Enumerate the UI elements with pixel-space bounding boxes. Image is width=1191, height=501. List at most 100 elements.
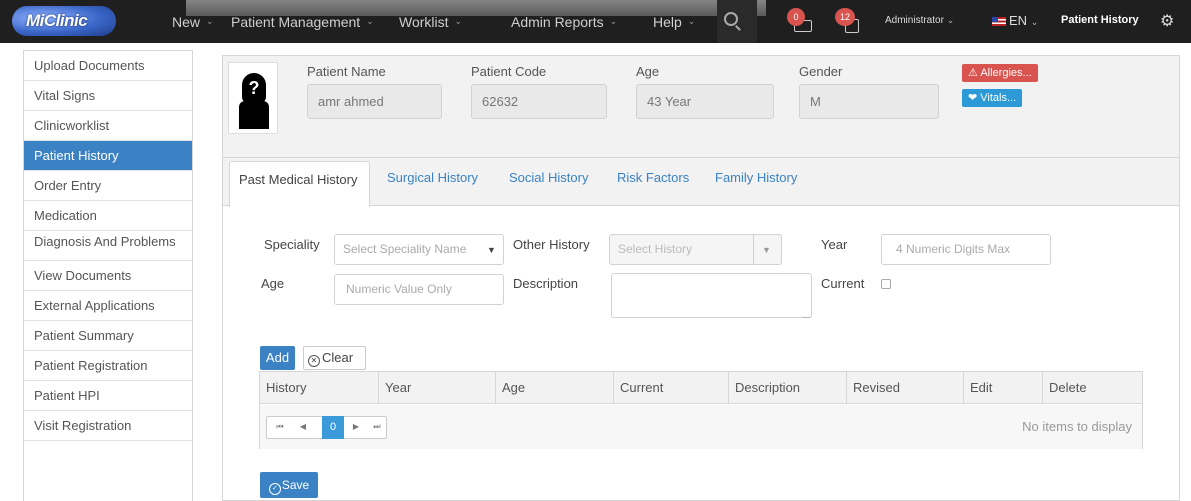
sidebar-item-external-applications[interactable]: External Applications (24, 291, 192, 321)
nav-admin-reports[interactable]: Admin Reports ⌄ (511, 0, 617, 43)
nav-patient-management-label: Patient Management (231, 13, 361, 30)
sidebar-item-visit-registration[interactable]: Visit Registration (24, 411, 192, 441)
next-page-icon[interactable]: ▶ (346, 416, 366, 438)
nav-new[interactable]: New ⌄ (172, 0, 214, 43)
sidebar-item-patient-registration[interactable]: Patient Registration (24, 351, 192, 381)
sidebar-item-medication[interactable]: Medication (24, 201, 192, 231)
save-button-label: Save (281, 478, 310, 492)
clear-icon: ✕ (308, 355, 320, 367)
tab-risk-factors[interactable]: Risk Factors (617, 170, 689, 185)
caret-down-icon: ▼ (487, 245, 496, 255)
tab-past-medical-history[interactable]: Past Medical History (229, 161, 371, 207)
nav-help[interactable]: Help ⌄ (653, 0, 695, 43)
clear-button[interactable]: ✕ Clear (303, 346, 366, 370)
column-header-history[interactable]: History (260, 372, 378, 404)
patient-code-field: 62632 (471, 84, 607, 119)
first-page-icon[interactable]: ⏮ (270, 416, 290, 438)
current-page[interactable]: 0 (322, 416, 344, 439)
select-divider (753, 235, 754, 264)
tab-social-history[interactable]: Social History (509, 170, 588, 185)
check-circle-icon: ✓ (268, 483, 281, 495)
nav-worklist[interactable]: Worklist ⌄ (399, 0, 462, 43)
other-history-select[interactable]: Select History (609, 234, 782, 265)
sidebar-item-upload-documents[interactable]: Upload Documents (24, 51, 192, 81)
column-header-description[interactable]: Description (728, 372, 846, 404)
history-tabs-panel: Past Medical History Surgical History So… (222, 157, 1180, 501)
column-header-year[interactable]: Year (378, 372, 495, 404)
us-flag-icon (992, 17, 1006, 26)
speciality-select[interactable]: Select Speciality Name (334, 234, 504, 265)
language-select[interactable]: EN ⌄ (1009, 13, 1038, 28)
last-page-icon[interactable]: ⏭ (367, 416, 387, 438)
add-button[interactable]: Add (260, 346, 295, 370)
sidebar-item-vital-signs[interactable]: Vital Signs (24, 81, 192, 111)
user-menu[interactable]: Administrator ⌄ (885, 15, 954, 26)
current-checkbox[interactable] (881, 279, 891, 289)
patient-header-panel: ? Patient Name amr ahmed Patient Code 62… (222, 55, 1180, 157)
search-icon (724, 12, 738, 26)
vitals-button-label: Vitals... (980, 92, 1017, 104)
column-header-current[interactable]: Current (613, 372, 728, 404)
sidebar-item-patient-history[interactable]: Patient History (24, 141, 192, 171)
current-label: Current (821, 276, 865, 291)
sidebar-item-patient-summary[interactable]: Patient Summary (24, 321, 192, 351)
language-label: EN (1009, 13, 1028, 28)
chevron-down-icon: ⌄ (366, 16, 374, 26)
caret-down-icon: ▼ (762, 245, 771, 255)
sidebar: Upload Documents Vital Signs Clinicworkl… (23, 50, 193, 501)
nav-worklist-label: Worklist (399, 13, 449, 30)
chevron-down-icon: ⌄ (946, 15, 955, 25)
calendar-badge: 12 (835, 8, 855, 26)
top-navbar: MiClinic New ⌄ Patient Management ⌄ Workli… (0, 0, 1191, 43)
patient-code-label: Patient Code (471, 64, 547, 79)
gear-icon[interactable]: ⚙ (1160, 11, 1174, 31)
year-input[interactable]: 4 Numeric Digits Max (881, 234, 1051, 265)
column-header-age[interactable]: Age (495, 372, 613, 404)
age-input[interactable]: Numeric Value Only (334, 274, 504, 305)
age-label: Age (261, 276, 285, 291)
column-header-revised[interactable]: Revised (846, 372, 963, 404)
page-title: Patient History (1061, 14, 1139, 26)
messages-badge: 0 (787, 8, 805, 26)
user-name: Administrator (885, 15, 944, 26)
save-button[interactable]: ✓ Save (260, 472, 318, 498)
patient-name-label: Patient Name (307, 64, 386, 79)
description-textarea[interactable] (611, 273, 812, 318)
nav-new-label: New (172, 13, 201, 30)
patient-gender-field: M (799, 84, 939, 119)
allergies-button-label: Allergies... (980, 67, 1032, 79)
grid-header: History Year Age Current Description Rev… (260, 372, 1142, 404)
column-header-edit[interactable]: Edit (963, 372, 1042, 404)
chevron-down-icon: ⌄ (1030, 17, 1039, 27)
tab-family-history[interactable]: Family History (715, 170, 797, 185)
heart-icon: ❤ (968, 92, 978, 104)
nav-admin-reports-label: Admin Reports (511, 13, 604, 30)
sidebar-item-clinicworklist[interactable]: Clinicworklist (24, 111, 192, 141)
warning-icon: ⚠ (968, 67, 978, 79)
resize-handle-icon[interactable]: ‿ (803, 308, 810, 319)
speciality-label: Speciality (264, 237, 320, 252)
previous-page-icon[interactable]: ◀ (293, 416, 313, 438)
clear-button-label: Clear (322, 350, 354, 365)
sidebar-item-diagnosis-and-problems[interactable]: Diagnosis And Problems (24, 231, 192, 261)
tab-strip: Past Medical History Surgical History So… (223, 158, 1179, 207)
column-header-delete[interactable]: Delete (1042, 372, 1142, 404)
app-logo[interactable]: MiClinic (12, 6, 116, 36)
chevron-down-icon: ⌄ (609, 16, 618, 26)
chevron-down-icon: ⌄ (206, 16, 214, 26)
tab-surgical-history[interactable]: Surgical History (387, 170, 478, 185)
year-label: Year (821, 237, 848, 252)
sidebar-item-patient-hpi[interactable]: Patient HPI (24, 381, 192, 411)
nav-help-label: Help (653, 13, 682, 30)
patient-gender-label: Gender (799, 64, 843, 79)
description-label: Description (513, 276, 579, 291)
vitals-button[interactable]: ❤ Vitals... (962, 89, 1023, 107)
unknown-person-icon: ? (239, 73, 269, 129)
grid-empty-message: No items to display (1022, 419, 1132, 434)
chevron-down-icon: ⌄ (687, 16, 696, 26)
sidebar-item-view-documents[interactable]: View Documents (24, 261, 192, 291)
patient-name-field: amr ahmed (307, 84, 442, 119)
sidebar-item-order-entry[interactable]: Order Entry (24, 171, 192, 201)
nav-patient-management[interactable]: Patient Management ⌄ (231, 0, 374, 43)
allergies-button[interactable]: ⚠ Allergies... (962, 64, 1038, 82)
